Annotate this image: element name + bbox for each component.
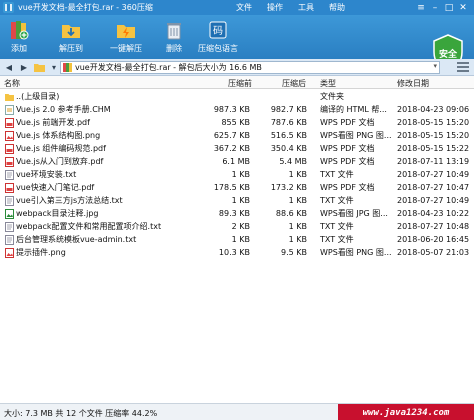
list-item[interactable]: Vue.js 前端开发.pdf 855 KB 787.6 KB WPS PDF … — [0, 117, 474, 128]
close-icon[interactable]: ✕ — [456, 3, 470, 13]
one-click-extract-button[interactable]: 一键解压 — [110, 19, 142, 54]
column-name[interactable]: 名称 — [4, 78, 20, 89]
minimize-icon[interactable]: – — [428, 3, 442, 13]
add-button[interactable]: 添加 — [8, 19, 30, 54]
extract-to-button[interactable]: 解压到 — [59, 19, 83, 54]
pdf-icon — [5, 144, 14, 154]
txt-icon — [5, 235, 14, 245]
list-view-icon[interactable] — [457, 62, 469, 73]
extract-folder-icon — [60, 19, 82, 41]
txt-icon — [5, 222, 14, 232]
window-controls: ≡ – □ ✕ — [414, 0, 470, 15]
image-icon — [5, 131, 14, 141]
rar-archive-icon — [63, 63, 72, 72]
trash-icon — [163, 19, 185, 41]
list-item[interactable]: Vue.js 体系结构图.png 625.7 KB 516.5 KB WPS看图… — [0, 130, 474, 141]
list-item[interactable]: Vue.js 2.0 参考手册.CHM 987.3 KB 982.7 KB 编译… — [0, 104, 474, 115]
address-field[interactable]: vue开发文档-最全打包.rar - 解包后大小为 16.6 MB ▾ — [60, 61, 440, 74]
back-icon[interactable]: ◀ — [3, 61, 15, 73]
file-list: ..(上级目录) 文件夹 Vue.js 2.0 参考手册.CHM 987.3 K… — [0, 89, 474, 396]
column-original[interactable]: 压缩后 — [282, 78, 306, 89]
menu-tools[interactable]: 工具 — [298, 2, 314, 13]
folder-icon — [5, 94, 14, 101]
menu-file[interactable]: 文件 — [236, 2, 252, 13]
status-bar: 大小: 7.3 MB 共 12 个文件 压缩率 44.2% www.java12… — [0, 403, 474, 420]
txt-icon — [5, 170, 14, 180]
column-type[interactable]: 类型 — [320, 78, 336, 89]
code-badge-icon: 码 — [207, 19, 229, 41]
list-item[interactable]: 提示插件.png 10.3 KB 9.5 KB WPS看图 PNG 图... 2… — [0, 247, 474, 258]
view-toggle-icon[interactable]: ▾ — [48, 61, 60, 73]
watermark: www.java1234.com — [338, 404, 474, 420]
list-item[interactable]: Vue.js 组件编码规范.pdf 367.2 KB 350.4 KB WPS … — [0, 143, 474, 154]
list-item[interactable]: Vue.js从入门到放弃.pdf 6.1 MB 5.4 MB WPS PDF 文… — [0, 156, 474, 167]
title-bar: vue开发文档-最全打包.rar - 360压缩 文件 操作 工具 帮助 ≡ –… — [0, 0, 474, 15]
archive-language-button[interactable]: 码 压缩包语言 — [198, 19, 238, 54]
one-click-folder-icon — [115, 19, 137, 41]
app-logo-icon — [3, 2, 14, 13]
column-header: 名称 压缩前 压缩后 类型 修改日期 — [0, 76, 474, 89]
settings-icon[interactable]: ≡ — [414, 3, 428, 13]
list-item[interactable]: ..(上级目录) 文件夹 — [0, 91, 474, 102]
up-folder-icon[interactable] — [33, 61, 45, 73]
forward-icon[interactable]: ▶ — [18, 61, 30, 73]
chm-icon — [5, 105, 14, 115]
image-icon — [5, 248, 14, 258]
address-dropdown-icon[interactable]: ▾ — [433, 62, 437, 70]
address-bar: ◀ ▶ ▾ vue开发文档-最全打包.rar - 解包后大小为 16.6 MB … — [0, 59, 474, 76]
maximize-icon[interactable]: □ — [442, 3, 456, 13]
status-text: 大小: 7.3 MB 共 12 个文件 压缩率 44.2% — [4, 409, 158, 418]
list-item[interactable]: vue快速入门笔记.pdf 178.5 KB 173.2 KB WPS PDF … — [0, 182, 474, 193]
column-compressed[interactable]: 压缩前 — [228, 78, 252, 89]
pdf-icon — [5, 183, 14, 193]
menu-bar: 文件 操作 工具 帮助 — [236, 0, 360, 15]
list-item[interactable]: vue引入第三方js方法总结.txt 1 KB 1 KB TXT 文件 2018… — [0, 195, 474, 206]
delete-button[interactable]: 删除 — [163, 19, 185, 54]
image-icon — [5, 209, 14, 219]
menu-help[interactable]: 帮助 — [329, 2, 345, 13]
txt-icon — [5, 196, 14, 206]
list-item[interactable]: webpack配置文件和常用配置项介绍.txt 2 KB 1 KB TXT 文件… — [0, 221, 474, 232]
svg-text:码: 码 — [213, 25, 223, 37]
toolbar: 添加 解压到 一键解压 删除 码 压缩包语言 安全 — [0, 15, 474, 72]
list-item[interactable]: webpack目录注释.jpg 89.3 KB 88.6 KB WPS看图 JP… — [0, 208, 474, 219]
add-books-icon — [8, 19, 30, 41]
list-item[interactable]: vue环境安装.txt 1 KB 1 KB TXT 文件 2018-07-27 … — [0, 169, 474, 180]
list-item[interactable]: 后台管理系统模板vue-admin.txt 1 KB 1 KB TXT 文件 2… — [0, 234, 474, 245]
pdf-icon — [5, 118, 14, 128]
pdf-icon — [5, 157, 14, 167]
column-modified[interactable]: 修改日期 — [397, 78, 429, 89]
menu-operate[interactable]: 操作 — [267, 2, 283, 13]
window-title: vue开发文档-最全打包.rar - 360压缩 — [18, 3, 153, 12]
address-path: vue开发文档-最全打包.rar - 解包后大小为 16.6 MB — [75, 63, 262, 72]
